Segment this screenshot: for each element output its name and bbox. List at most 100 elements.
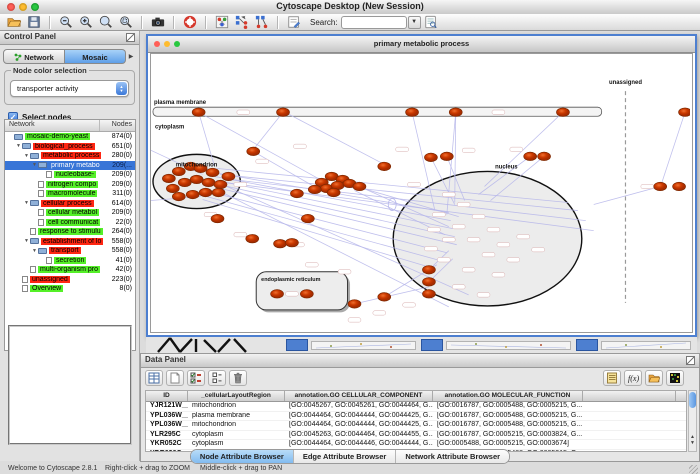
network-node[interactable] (300, 290, 313, 298)
expand-triangle-icon[interactable]: ▼ (15, 143, 22, 149)
tab-edge-attribute-browser[interactable]: Edge Attribute Browser (294, 450, 396, 463)
tab-mosaic[interactable]: Mosaic (65, 49, 126, 64)
search-options-button[interactable] (422, 15, 440, 30)
zoom-in-button[interactable] (77, 15, 95, 30)
network-node[interactable] (286, 238, 299, 246)
network-node[interactable] (538, 152, 551, 160)
tree-row[interactable]: cellular metabol209(0) (5, 208, 135, 218)
tab-overflow-arrow[interactable]: ▶ (126, 53, 136, 60)
annotation-button[interactable] (285, 15, 303, 30)
tree-header-network[interactable]: Network (5, 120, 100, 131)
tree-row[interactable]: ▼cellular process614(0) (5, 199, 135, 209)
network-node[interactable] (449, 108, 462, 116)
network-edge[interactable] (354, 287, 428, 304)
scrollbar-arrows[interactable]: ▲▼ (688, 434, 697, 446)
search-dropdown-button[interactable]: ▼ (408, 16, 421, 29)
network-node[interactable] (222, 172, 235, 180)
network-node[interactable] (206, 168, 219, 176)
snapshot-button[interactable] (149, 15, 167, 30)
network-node[interactable] (172, 167, 185, 175)
column-header[interactable]: ID (146, 391, 188, 401)
network-node[interactable] (327, 188, 340, 196)
network-node[interactable] (406, 108, 419, 116)
network-node[interactable] (212, 188, 225, 196)
table-row[interactable]: YJR121W__1mitochondrion[GO:0045267, GO:0… (146, 402, 686, 412)
tab-network-attribute-browser[interactable]: Network Attribute Browser (396, 450, 509, 463)
network-node[interactable] (211, 214, 224, 222)
network-node[interactable] (422, 266, 435, 274)
column-header[interactable]: annotation.GO CELLULAR_COMPONENT (285, 391, 433, 401)
network-node[interactable] (199, 188, 212, 196)
tree-row[interactable]: nitrogen compo209(0) (5, 180, 135, 190)
tree-row[interactable]: cell communicat22(0) (5, 218, 135, 228)
network-node[interactable] (162, 174, 175, 182)
network-node[interactable] (422, 278, 435, 286)
save-session-button[interactable] (25, 15, 43, 30)
attribute-editor-button[interactable] (603, 370, 621, 386)
network-node[interactable] (348, 300, 361, 308)
table-row[interactable]: YPL036W__2plasma membrane[GO:0044464, GO… (146, 412, 686, 422)
tree-row[interactable]: Overview8(0) (5, 284, 135, 294)
column-header[interactable]: annotation.GO MOLECULAR_FUNCTION (433, 391, 583, 401)
column-header[interactable]: _cellularLayoutRegion (188, 391, 285, 401)
network-node[interactable] (424, 153, 437, 161)
network-node[interactable] (190, 175, 203, 183)
tree-row[interactable]: response to stimulu264(0) (5, 227, 135, 237)
select-attributes-button[interactable] (145, 370, 163, 386)
network-node[interactable] (556, 108, 569, 116)
network-canvas[interactable]: plasma membranecytoplasmmitochondrionnuc… (151, 54, 690, 332)
matrix-view-button[interactable] (666, 370, 684, 386)
network-edge[interactable] (254, 112, 283, 148)
zoom-out-button[interactable] (57, 15, 75, 30)
tree-row[interactable]: ▼biological_process651(0) (5, 142, 135, 152)
tree-header-nodes[interactable]: Nodes (100, 120, 135, 131)
network-node[interactable] (673, 182, 686, 190)
float-panel-icon[interactable] (126, 33, 135, 42)
column-header[interactable] (583, 391, 676, 401)
tab-node-attribute-browser[interactable]: Node Attribute Browser (191, 450, 294, 463)
expand-triangle-icon[interactable]: ▼ (23, 153, 30, 159)
expand-triangle-icon[interactable]: ▼ (23, 238, 30, 244)
float-panel-icon[interactable] (686, 356, 695, 365)
network-node[interactable] (186, 190, 199, 198)
tree-row[interactable]: multi-organism pro42(0) (5, 265, 135, 275)
delete-attribute-button[interactable] (229, 370, 247, 386)
network-node[interactable] (654, 182, 667, 190)
resize-grip[interactable] (689, 465, 698, 474)
tab-network[interactable]: Network (3, 49, 65, 64)
new-attribute-button[interactable] (166, 370, 184, 386)
network-node[interactable] (422, 290, 435, 298)
network-node[interactable] (192, 108, 205, 116)
table-row[interactable]: YLR295Ccytoplasm[GO:0045263, GO:0044464,… (146, 431, 686, 441)
network-node[interactable] (353, 182, 366, 190)
network-edge[interactable] (485, 112, 563, 186)
network-edge[interactable] (594, 186, 661, 204)
zoom-selected-button[interactable] (117, 15, 135, 30)
tree-row[interactable]: ▼metabolic process280(0) (5, 151, 135, 161)
unselect-attributes-button[interactable] (208, 370, 226, 386)
tree-row[interactable]: ▼establishment of lo558(0) (5, 237, 135, 247)
vizmapper-button[interactable] (213, 15, 231, 30)
expand-triangle-icon[interactable]: ▼ (31, 162, 38, 168)
network-node[interactable] (271, 290, 284, 298)
network-node[interactable] (172, 192, 185, 200)
tree-row[interactable]: mosaic-demo-yeast874(0) (5, 132, 135, 142)
tree-row[interactable]: ▼transport558(0) (5, 246, 135, 256)
node-color-dropdown[interactable]: transporter activity ▲▼ (10, 80, 129, 97)
network-edge[interactable] (253, 151, 316, 187)
network-node[interactable] (246, 234, 259, 242)
network-node[interactable] (679, 108, 690, 116)
expand-triangle-icon[interactable]: ▼ (23, 200, 30, 206)
zoom-fit-button[interactable] (97, 15, 115, 30)
network-window-titlebar[interactable]: primary metabolic process (148, 36, 695, 53)
network-node[interactable] (274, 239, 287, 247)
birdseye-view-panel[interactable] (8, 325, 132, 445)
network-node[interactable] (166, 184, 179, 192)
network-node[interactable] (524, 152, 537, 160)
network-node[interactable] (301, 214, 314, 222)
tree-row[interactable]: ▼primary metabo209(... (5, 161, 135, 171)
tree-row[interactable]: unassigned223(0) (5, 275, 135, 285)
tree-row[interactable]: secretion41(0) (5, 256, 135, 266)
function-builder-button[interactable]: f(x) (624, 370, 642, 386)
tree-row[interactable]: nucleobase-209(0) (5, 170, 135, 180)
